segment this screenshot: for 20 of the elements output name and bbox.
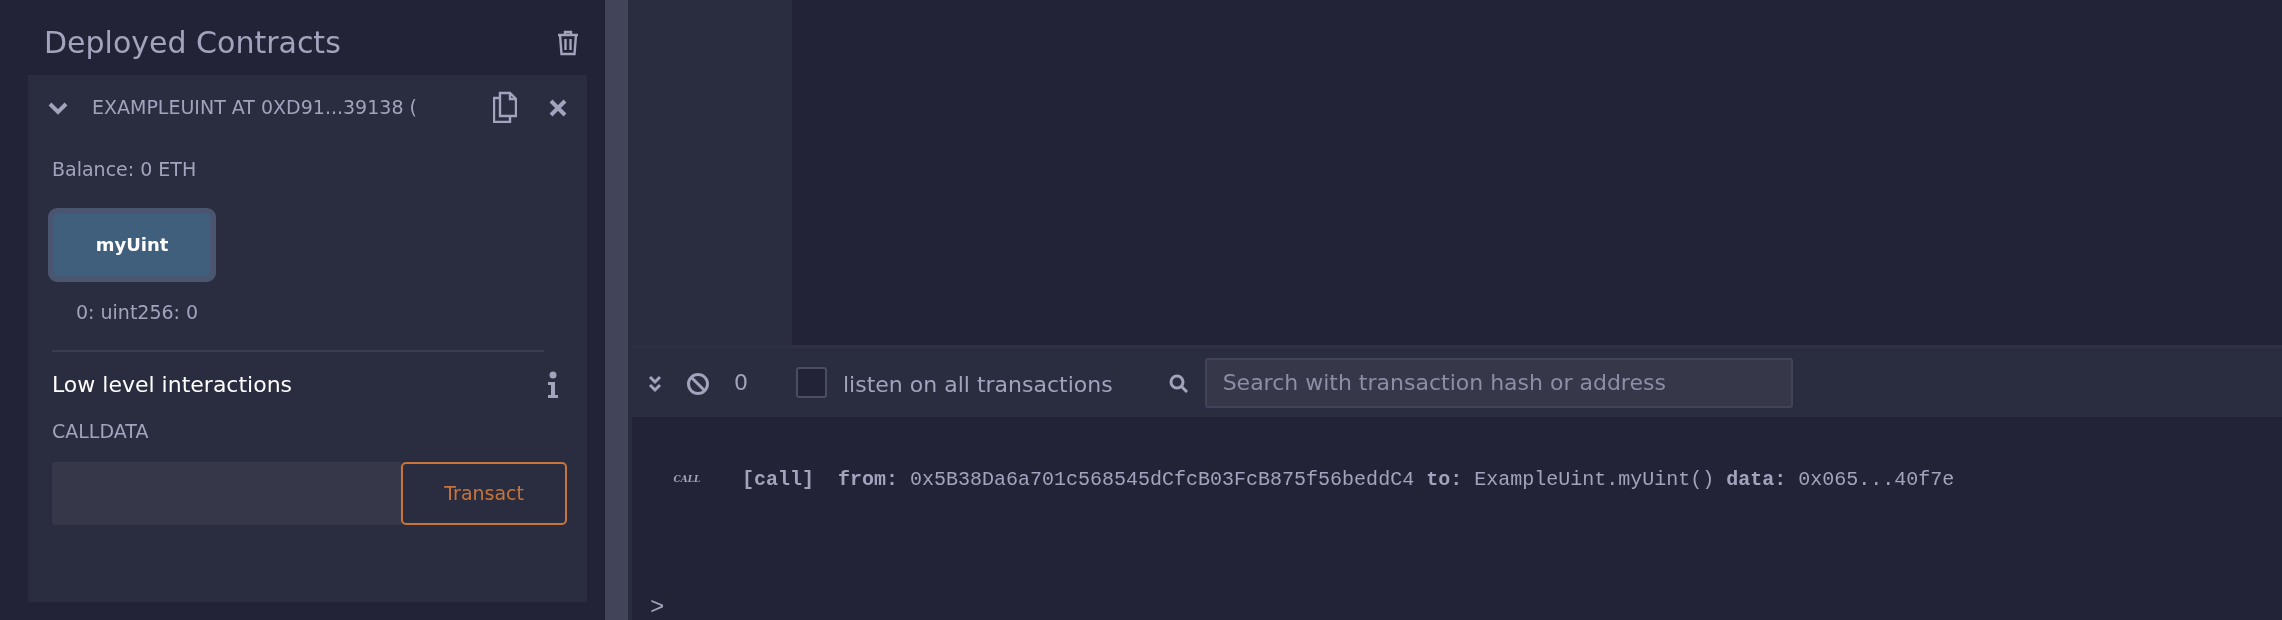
- log-entry: [call] from: 0x5B38Da6a701c568545dCfcB03FcB875f56beddC4 to: ExampleUint.myUint() data: 0x065...40f7e: [742, 467, 1955, 493]
- listen-checkbox[interactable]: [796, 367, 827, 398]
- function-button[interactable]: myUint: [48, 207, 216, 282]
- terminal-prompt: >: [649, 593, 666, 620]
- transact-button[interactable]: Transact: [401, 461, 567, 525]
- listen-label: listen on all transactions: [843, 371, 1113, 399]
- pending-count: 0: [734, 369, 748, 397]
- log-type-label: CALL: [672, 473, 702, 487]
- balance-text: Balance: 0 ETH: [51, 157, 198, 182]
- calldata-input[interactable]: [52, 461, 402, 525]
- search-field[interactable]: Search with transaction hash or address: [1204, 357, 1793, 408]
- contract-name: EXAMPLEUINT AT 0XD91...39138 (: [92, 94, 418, 120]
- copy-icon[interactable]: [493, 91, 517, 123]
- scrollbar[interactable]: [605, 0, 632, 620]
- section-title: Low level interactions: [52, 371, 293, 399]
- panel-title: Deployed Contracts: [43, 24, 341, 62]
- output-text: 0: uint256: 0: [75, 299, 200, 325]
- trash-icon[interactable]: [557, 29, 579, 56]
- info-icon[interactable]: [547, 370, 559, 399]
- calldata-label: CALLDATA: [51, 419, 150, 444]
